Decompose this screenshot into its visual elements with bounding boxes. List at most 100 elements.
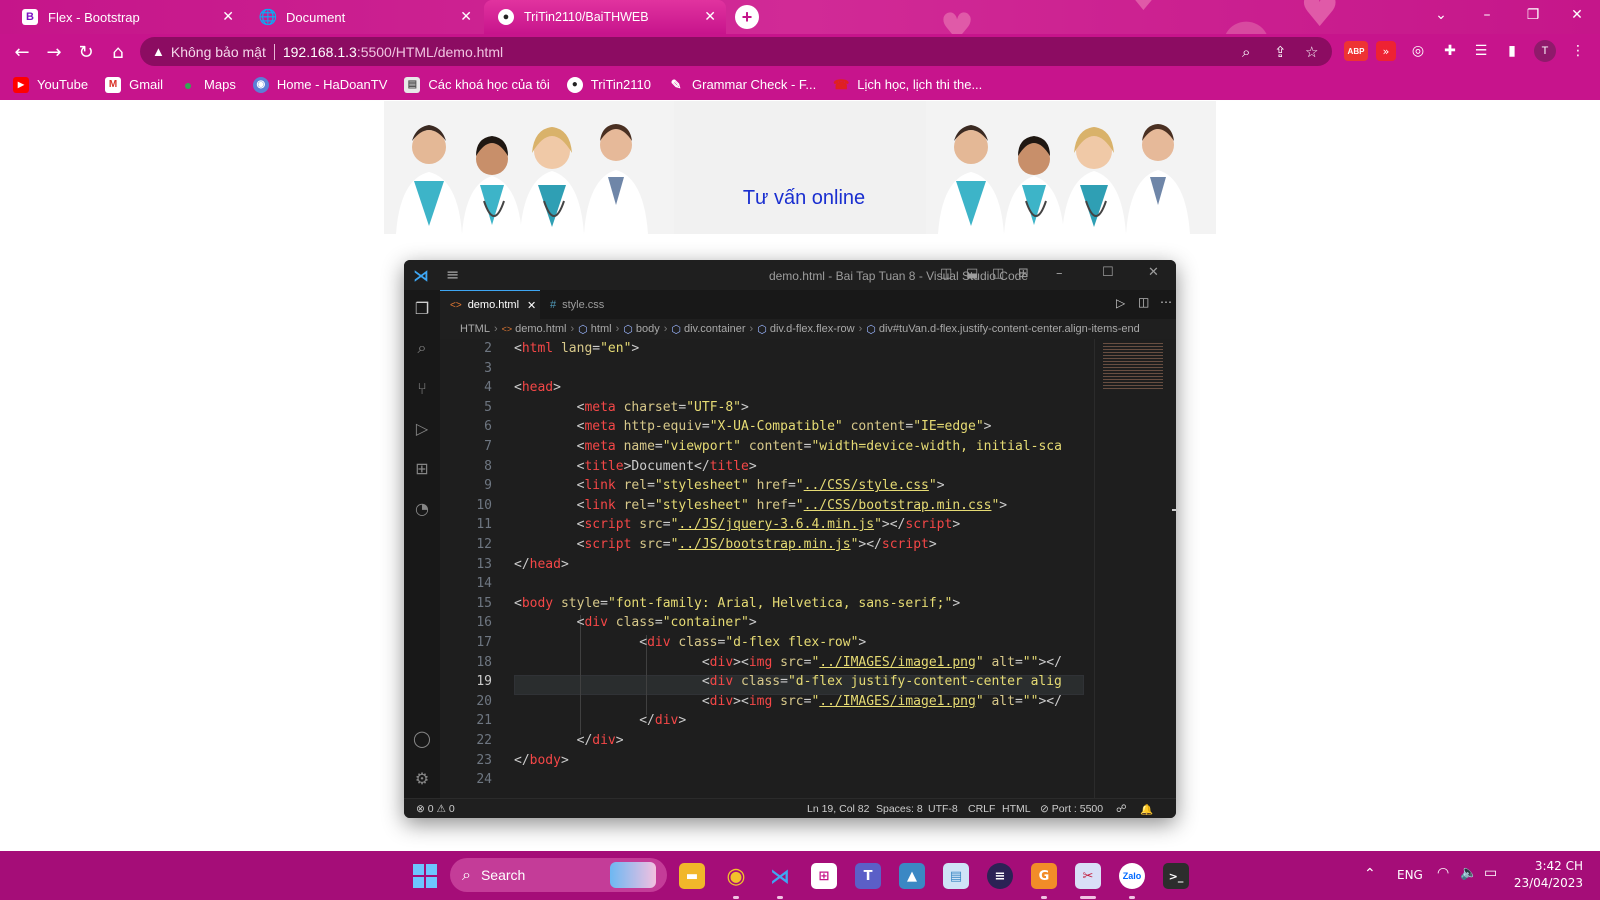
code-line[interactable]: <div><img src="../IMAGES/image1.png" alt…: [514, 653, 1084, 673]
tab-document[interactable]: 🌐 Document ✕: [246, 0, 482, 34]
accounts-icon[interactable]: ◯: [412, 728, 432, 748]
code-line[interactable]: </div>: [514, 731, 1084, 751]
extension-red-icon[interactable]: »: [1376, 41, 1396, 61]
scrollbar[interactable]: [1172, 339, 1176, 798]
code-line[interactable]: [514, 359, 1084, 379]
reading-list-icon[interactable]: ☰: [1471, 41, 1491, 61]
code-line[interactable]: </head>: [514, 555, 1084, 575]
adblock-icon[interactable]: ABP: [1344, 41, 1368, 61]
zoom-icon[interactable]: ⌕: [1242, 43, 1250, 61]
menu-kebab-icon[interactable]: ⋮: [1568, 41, 1588, 61]
close-window-button[interactable]: ✕: [1554, 0, 1600, 30]
bookmark-courses[interactable]: ▤ Các khoá học của tôi: [404, 76, 550, 93]
file-explorer-icon[interactable]: ▬: [679, 863, 705, 889]
url-path[interactable]: :5500/HTML/demo.html: [357, 44, 503, 60]
restore-button[interactable]: ❐: [1510, 0, 1556, 30]
code-line[interactable]: [514, 770, 1084, 790]
code-line[interactable]: </div>: [514, 711, 1084, 731]
source-control-icon[interactable]: ⑂: [412, 378, 432, 398]
cursor-position[interactable]: Ln 19, Col 82: [807, 803, 869, 815]
tab-github[interactable]: ● TriTin2110/BaiTHWEB ✕: [484, 0, 726, 34]
feedback-icon[interactable]: ☍: [1116, 803, 1127, 815]
eclipse-icon[interactable]: ≡: [987, 863, 1013, 889]
breadcrumb-item[interactable]: div.container: [684, 323, 746, 335]
toggle-secondary-sidebar-icon[interactable]: ◫: [992, 266, 1004, 281]
windows-start-icon[interactable]: [413, 864, 437, 888]
close-tab-icon[interactable]: ✕: [460, 9, 472, 25]
close-tab-icon[interactable]: ✕: [704, 9, 716, 25]
url-host[interactable]: 192.168.1.3: [283, 44, 357, 60]
language-indicator[interactable]: ENG: [1397, 868, 1423, 882]
code-line[interactable]: <html lang="en">: [514, 339, 1084, 359]
code-line[interactable]: [514, 574, 1084, 594]
code-line[interactable]: <script src="../JS/jquery-3.6.4.min.js">…: [514, 515, 1084, 535]
breadcrumb-item[interactable]: html: [591, 323, 612, 335]
code-line[interactable]: <meta name="viewport" content="width=dev…: [514, 437, 1084, 457]
more-actions-icon[interactable]: ⋯: [1160, 295, 1172, 309]
problems-indicator[interactable]: ⊗ 0 ⚠ 0: [416, 803, 455, 815]
code-line[interactable]: </body>: [514, 751, 1084, 771]
tab-demo-html[interactable]: <> demo.html ✕: [440, 290, 540, 319]
breadcrumb-item[interactable]: div.d-flex.flex-row: [770, 323, 855, 335]
teams-icon[interactable]: T: [855, 863, 881, 889]
profile-avatar[interactable]: T: [1534, 40, 1556, 62]
split-editor-icon[interactable]: ◫: [1138, 295, 1149, 309]
tab-style-css[interactable]: # style.css: [540, 290, 628, 319]
code-editor[interactable]: 2 <html lang="en"> 3 4 <head> 5 <meta charset…: [440, 339, 1176, 798]
code-line[interactable]: <div class="container">: [514, 613, 1084, 633]
tab-search-chevron-icon[interactable]: ⌄: [1418, 0, 1464, 30]
wifi-icon[interactable]: ◠: [1437, 865, 1449, 881]
breadcrumb-item[interactable]: body: [636, 323, 660, 335]
breadcrumb-item[interactable]: demo.html: [515, 323, 566, 335]
forward-button[interactable]: →: [41, 39, 67, 65]
breadcrumb-item[interactable]: HTML: [460, 323, 490, 335]
bookmark-maps[interactable]: ● Maps: [180, 77, 236, 93]
reload-button[interactable]: ↻: [73, 39, 99, 65]
close-tab-icon[interactable]: ✕: [527, 299, 536, 312]
terminal-icon[interactable]: >_: [1163, 863, 1189, 889]
photos-icon[interactable]: ▲: [899, 863, 925, 889]
pdf-icon[interactable]: G: [1031, 863, 1057, 889]
code-line[interactable]: <body style="font-family: Arial, Helveti…: [514, 594, 1084, 614]
minimap[interactable]: [1094, 339, 1170, 798]
clock-time[interactable]: 3:42 CH: [1521, 859, 1583, 873]
encoding-setting[interactable]: UTF-8: [928, 803, 958, 815]
notifications-bell-icon[interactable]: 🔔: [1140, 803, 1153, 816]
compass-icon[interactable]: ◎: [1408, 41, 1428, 61]
run-icon[interactable]: ▷: [1116, 296, 1125, 310]
bookmark-hadoantv[interactable]: ◉ Home - HaDoanTV: [252, 76, 387, 93]
explorer-icon[interactable]: ❐: [412, 298, 432, 318]
store-icon[interactable]: ⊞: [811, 863, 837, 889]
security-label[interactable]: Không bảo mật: [171, 44, 266, 60]
snipping-icon[interactable]: ✂: [1075, 863, 1101, 889]
code-line[interactable]: <script src="../JS/bootstrap.min.js"></s…: [514, 535, 1084, 555]
address-bar[interactable]: ▲ Không bảo mật 192.168.1.3:5500/HTML/de…: [140, 37, 1332, 66]
code-line[interactable]: <meta charset="UTF-8">: [514, 398, 1084, 418]
extensions-puzzle-icon[interactable]: ✚: [1440, 41, 1460, 61]
toggle-panel-icon[interactable]: ⬓: [966, 266, 978, 281]
battery-icon[interactable]: ▭: [1484, 865, 1497, 881]
back-button[interactable]: ←: [9, 39, 35, 65]
toggle-sidebar-icon[interactable]: ◫: [940, 266, 952, 281]
bookmark-gmail[interactable]: M Gmail: [105, 76, 163, 93]
chrome-icon[interactable]: ◉: [723, 863, 749, 889]
bookmark-tritin2110[interactable]: ● TriTin2110: [566, 76, 651, 93]
clock-date[interactable]: 23/04/2023: [1511, 876, 1583, 890]
bookmark-star-icon[interactable]: ☆: [1305, 43, 1318, 61]
remote-explorer-icon[interactable]: ◔: [412, 498, 432, 518]
settings-gear-icon[interactable]: ⚙: [412, 768, 432, 788]
code-line[interactable]: <div><img src="../IMAGES/image1.png" alt…: [514, 692, 1084, 712]
code-line[interactable]: <meta http-equiv="X-UA-Compatible" conte…: [514, 417, 1084, 437]
code-line[interactable]: <div class="d-flex justify-content-cente…: [514, 672, 1084, 692]
home-button[interactable]: ⌂: [105, 39, 131, 65]
minimize-button[interactable]: –: [1464, 0, 1510, 30]
close-tab-icon[interactable]: ✕: [222, 9, 234, 25]
extensions-icon[interactable]: ⊞: [412, 458, 432, 478]
bookmark-schedule[interactable]: ☎ Lịch học, lịch thi the...: [833, 77, 982, 93]
side-panel-icon[interactable]: ▮: [1502, 41, 1522, 61]
eol-setting[interactable]: CRLF: [968, 803, 995, 815]
control-panel-icon[interactable]: ▤: [943, 863, 969, 889]
live-server-port[interactable]: ⊘ Port : 5500: [1040, 803, 1103, 815]
minimize-button[interactable]: –: [1056, 266, 1063, 281]
run-debug-icon[interactable]: ▷: [412, 418, 432, 438]
